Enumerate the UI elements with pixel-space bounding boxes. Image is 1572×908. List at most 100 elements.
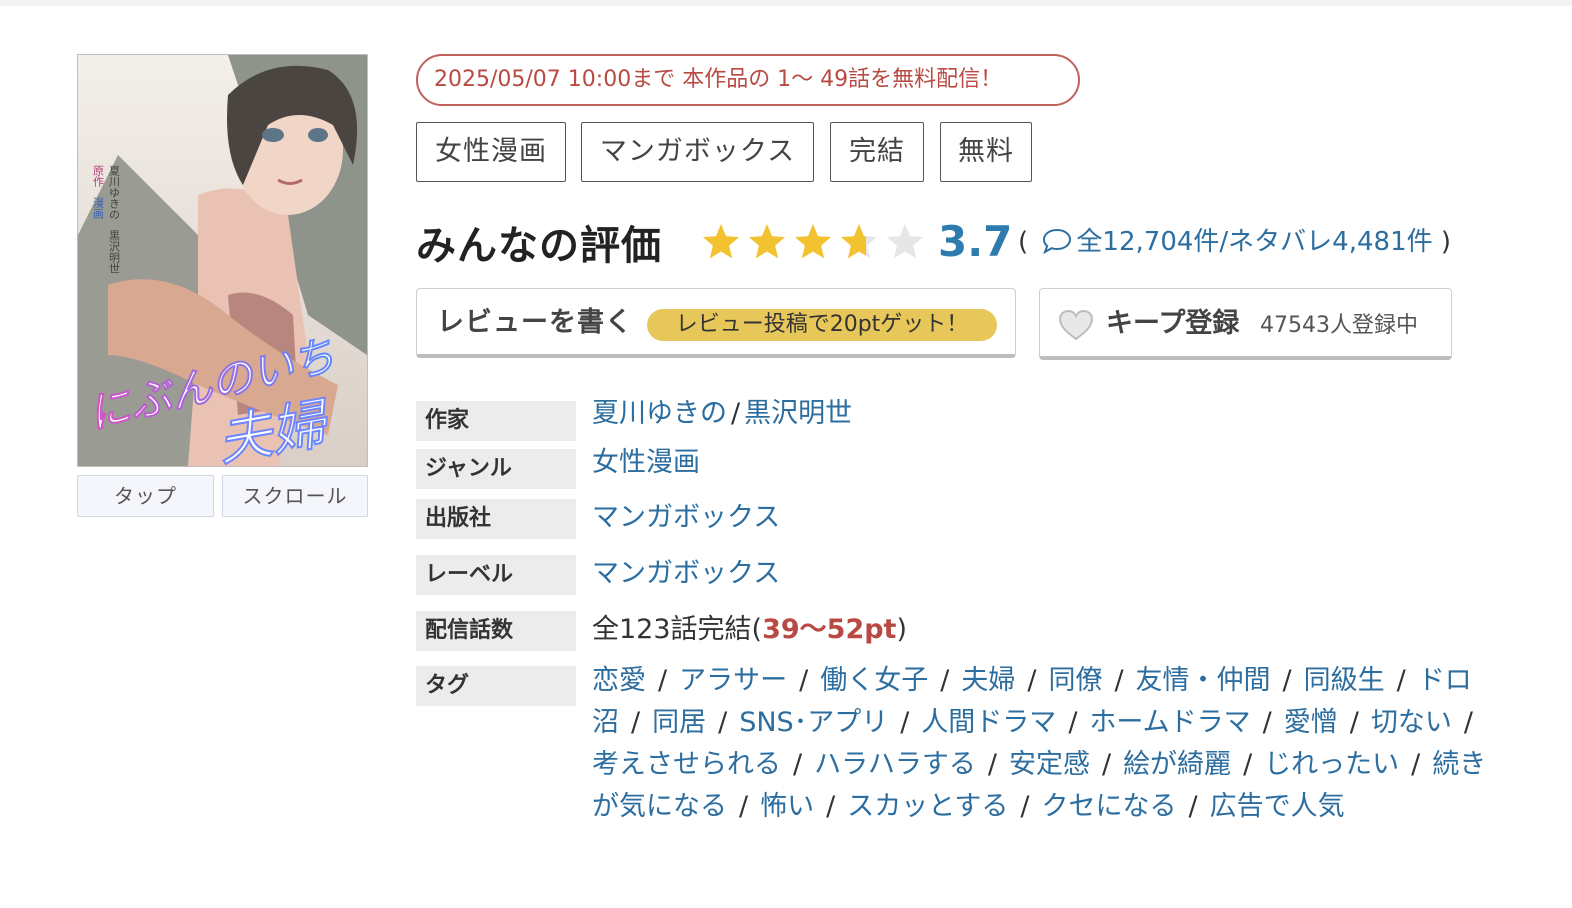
tag-link[interactable]: 切ない [1371,707,1452,738]
tag-separator: / [1396,665,1406,696]
free-campaign-banner: 2025/05/07 10:00まで 本作品の 1〜 49話を無料配信！ [416,54,1080,106]
svg-text:夏川ゆきの: 夏川ゆきの [108,165,121,220]
tag-separator: / [1068,707,1078,738]
tag-list: 恋愛 / アラサー / 働く女子 / 夫婦 / 同僚 / 友情・仲間 / 同級生 / ドロ沼 / 同居 / SNS･… [592,660,1492,828]
open-paren: ( [1018,227,1029,257]
tag-separator: / [799,665,809,696]
close-paren: ) [1440,227,1452,257]
tag-separator: / [739,791,749,822]
author-link-2[interactable]: 黒沢明世 [744,398,852,429]
rating-stars [702,224,924,259]
tag-separator: / [1463,707,1473,738]
label-label: レーベル [416,555,576,595]
tag-separator: / [1349,707,1359,738]
star-icon [840,224,878,259]
tag-separator: / [718,707,728,738]
star-icon [794,224,832,259]
tag-link[interactable]: クセになる [1042,791,1177,822]
scroll-mode-button[interactable]: スクロール [222,475,368,517]
tag-link[interactable]: 愛憎 [1284,707,1338,738]
speech-bubble-icon [1042,226,1072,266]
rating-value: 3.7 [938,217,1013,266]
tag-link[interactable]: 夫婦 [961,665,1015,696]
tag-link[interactable]: 同級生 [1304,665,1385,696]
keep-label: キープ登録 [1106,308,1240,339]
svg-text:黒沢明世: 黒沢明世 [108,230,121,274]
episodes-points: 39〜52pt [762,614,897,645]
author-label: 作家 [416,401,576,441]
label-link[interactable]: マンガボックス [592,558,780,589]
tag-link[interactable]: SNS･アプリ [739,707,888,738]
tag-separator: / [1020,791,1030,822]
tag-link[interactable]: 安定感 [1009,749,1090,780]
keep-button[interactable]: キープ登録 47543人登録中 [1039,288,1452,360]
tag-separator: / [1243,749,1253,780]
tag-separator: / [1411,749,1421,780]
review-points-badge: レビュー投稿で20ptゲット！ [647,309,997,341]
keep-count: 47543人登録中 [1260,313,1418,338]
review-counts: ( 全12,704件/ネタバレ4,481件 ) [1018,222,1451,266]
tag-separator: / [1114,665,1124,696]
tag-link[interactable]: 恋愛 [592,665,646,696]
write-review-button[interactable]: レビューを書く レビュー投稿で20ptゲット！ [416,288,1016,358]
tag-link[interactable]: ハラハラする [814,749,976,780]
publisher-label: 出版社 [416,499,576,539]
tag-link[interactable]: 広告で人気 [1210,791,1345,822]
star-icon [886,224,924,259]
svg-text:原作: 原作 [92,165,105,187]
tag-link[interactable]: 同僚 [1048,665,1102,696]
tag-separator: / [1262,707,1272,738]
tag-separator: / [987,749,997,780]
chip-mangabox[interactable]: マンガボックス [581,122,814,182]
tag-link[interactable]: 絵が綺麗 [1123,749,1231,780]
tag-separator: / [631,707,641,738]
genre-link[interactable]: 女性漫画 [592,447,700,478]
tag-link[interactable]: 人間ドラマ [921,707,1056,738]
tag-link[interactable]: アラサー [679,665,787,696]
episodes-text: 全123話完結( [592,614,763,645]
tag-separator: / [1027,665,1037,696]
tag-separator: / [940,665,950,696]
star-icon [748,224,786,259]
heart-icon [1058,309,1094,345]
counts-slash: / [1219,227,1229,257]
tag-link[interactable]: 怖い [760,791,814,822]
tag-separator: / [1188,791,1198,822]
tag-separator: / [1101,749,1112,780]
rating-title: みんなの評価 [416,223,662,269]
tag-link[interactable]: 考えさせられる [592,749,781,780]
publisher-link[interactable]: マンガボックス [592,502,780,533]
episodes-close: ) [896,614,908,645]
tag-separator: / [1282,665,1292,696]
spoiler-reviews-link[interactable]: ネタバレ4,481件 [1228,227,1432,257]
label-value: マンガボックス [592,554,780,594]
tag-separator: / [793,749,803,780]
tag-link[interactable]: ホームドラマ [1089,707,1250,738]
tag-separator: / [826,791,836,822]
comic-detail-page: 原作 夏川ゆきの 漫画 黒沢明世 にぶんのいち 夫婦 タップ スクロール 202… [0,0,1572,908]
tag-link[interactable]: 友情・仲間 [1136,665,1271,696]
comic-cover-image[interactable]: 原作 夏川ゆきの 漫画 黒沢明世 にぶんのいち 夫婦 [77,54,368,467]
tag-link[interactable]: スカッとする [847,791,1008,822]
chip-free[interactable]: 無料 [940,122,1032,182]
tag-separator: / [658,665,668,696]
genre-value: 女性漫画 [592,443,700,483]
author-value: 夏川ゆきの / 黒沢明世 [592,394,852,434]
author-sep: / [731,398,741,429]
chip-complete[interactable]: 完結 [830,122,924,182]
tag-link[interactable]: 同居 [652,707,706,738]
svg-text:漫画: 漫画 [92,196,105,219]
tap-mode-button[interactable]: タップ [77,475,214,517]
tag-link[interactable]: じれったい [1264,749,1399,780]
tags-label: タグ [416,666,576,706]
episodes-value: 全123話完結(39〜52pt) [592,610,907,650]
genre-label: ジャンル [416,449,576,489]
author-link-1[interactable]: 夏川ゆきの [592,398,727,429]
write-review-label: レビューを書く [437,307,633,338]
tag-separator: / [900,707,910,738]
chip-josei[interactable]: 女性漫画 [416,122,566,182]
total-reviews-link[interactable]: 全12,704件 [1076,227,1219,257]
star-icon [702,224,740,259]
episodes-label: 配信話数 [416,611,576,651]
tag-link[interactable]: 働く女子 [820,665,928,696]
